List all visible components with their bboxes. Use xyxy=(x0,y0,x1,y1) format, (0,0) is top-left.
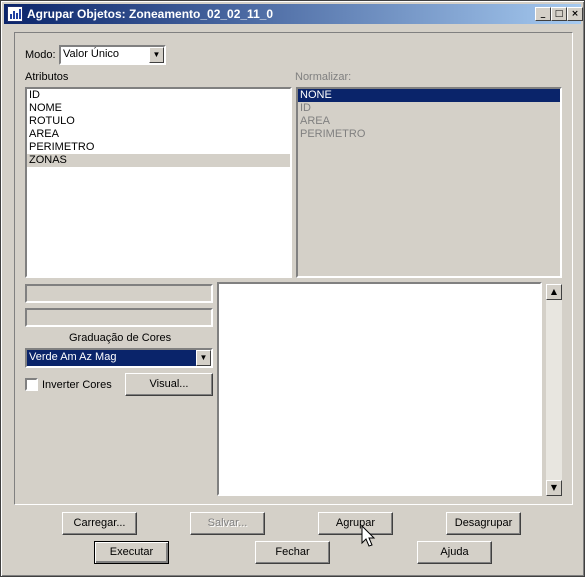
list-item[interactable]: PERIMETRO xyxy=(27,141,290,154)
atributos-list[interactable]: ID NOME ROTULO AREA PERIMETRO ZONAS xyxy=(25,87,292,278)
agrupar-objetos-window: Agrupar Objetos: Zoneamento_02_02_11_0 _… xyxy=(0,0,585,577)
ajuda-button[interactable]: Ajuda xyxy=(417,541,492,564)
list-item[interactable]: NOME xyxy=(27,102,290,115)
executar-button[interactable]: Executar xyxy=(94,541,169,564)
list-item[interactable]: ROTULO xyxy=(27,115,290,128)
modo-label: Modo: xyxy=(25,49,56,61)
graduacao-label: Graduação de Cores xyxy=(69,332,172,344)
modo-select[interactable]: Valor Único ▼ xyxy=(59,45,166,65)
window-title: Agrupar Objetos: Zoneamento_02_02_11_0 xyxy=(27,7,274,21)
chevron-down-icon[interactable]: ▼ xyxy=(196,350,211,366)
inverter-label: Inverter Cores xyxy=(42,379,112,391)
atributos-label: Atributos xyxy=(25,71,69,83)
modo-select-value: Valor Único xyxy=(63,48,120,60)
list-item[interactable]: PERIMETRO xyxy=(298,128,560,141)
graduacao-select-value: Verde Am Az Mag xyxy=(29,351,117,363)
empty-field-1 xyxy=(25,284,213,303)
list-item-selected[interactable]: NONE xyxy=(298,89,560,102)
fechar-button[interactable]: Fechar xyxy=(255,541,330,564)
app-icon xyxy=(7,6,23,22)
mouse-pointer-icon xyxy=(361,525,376,547)
list-item[interactable]: AREA xyxy=(298,115,560,128)
scrollbar[interactable]: ▲ ▼ xyxy=(546,284,562,496)
maximize-button[interactable]: □ xyxy=(551,7,567,21)
minimize-button[interactable]: _ xyxy=(535,7,551,21)
list-item[interactable]: ID xyxy=(298,102,560,115)
carregar-button[interactable]: Carregar... xyxy=(62,512,137,535)
title-bar[interactable]: Agrupar Objetos: Zoneamento_02_02_11_0 _… xyxy=(4,4,583,24)
salvar-button[interactable]: Salvar... xyxy=(190,512,265,535)
normalizar-list[interactable]: NONE ID AREA PERIMETRO xyxy=(296,87,562,278)
desagrupar-button[interactable]: Desagrupar xyxy=(446,512,521,535)
empty-field-2 xyxy=(25,308,213,327)
graduacao-select[interactable]: Verde Am Az Mag ▼ xyxy=(25,348,213,368)
scroll-down-icon[interactable]: ▼ xyxy=(546,480,562,496)
inverter-checkbox[interactable] xyxy=(25,378,38,391)
agrupar-button[interactable]: Agrupar xyxy=(318,512,393,535)
scroll-up-icon[interactable]: ▲ xyxy=(546,284,562,300)
preview-list[interactable] xyxy=(217,282,542,496)
list-item[interactable]: ID xyxy=(27,89,290,102)
normalizar-label: Normalizar: xyxy=(295,71,352,83)
chevron-down-icon[interactable]: ▼ xyxy=(149,47,164,63)
visual-button[interactable]: Visual... xyxy=(125,373,213,396)
close-button[interactable]: × xyxy=(567,7,583,21)
list-item-selected[interactable]: ZONAS xyxy=(27,154,290,167)
list-item[interactable]: AREA xyxy=(27,128,290,141)
